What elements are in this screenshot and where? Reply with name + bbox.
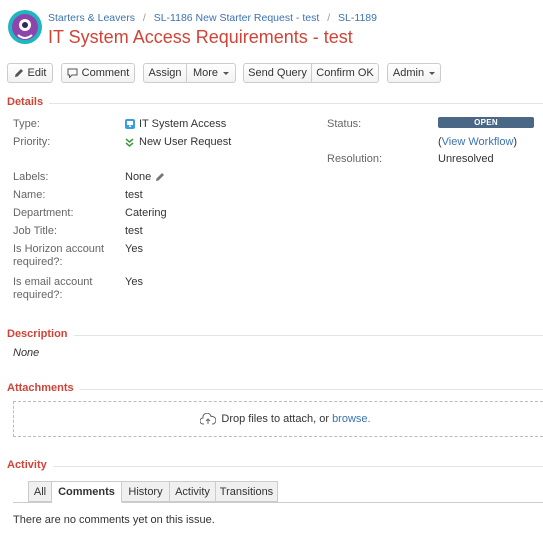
description-heading[interactable]: Description bbox=[7, 328, 74, 340]
job-title-value: test bbox=[125, 225, 143, 237]
priority-label: Priority: bbox=[13, 136, 51, 148]
breadcrumb: Starters & Leavers / SL-1186 New Starter… bbox=[48, 12, 377, 24]
resolution-value: Unresolved bbox=[438, 153, 494, 165]
horizon-account-label-line1: Is Horizon account bbox=[13, 243, 105, 255]
project-avatar[interactable] bbox=[7, 9, 43, 45]
email-account-label: Is email account required?: bbox=[13, 276, 92, 302]
type-label: Type: bbox=[13, 118, 40, 130]
double-chevron-down-icon bbox=[125, 137, 134, 147]
dropzone-text: Drop files to attach, or bbox=[221, 413, 329, 425]
comment-button-label: Comment bbox=[81, 67, 130, 79]
type-value-text: IT System Access bbox=[139, 118, 227, 130]
breadcrumb-parent-issue[interactable]: SL-1186 New Starter Request - test bbox=[154, 12, 320, 24]
breadcrumb-separator: / bbox=[327, 12, 331, 24]
tab-activity[interactable]: Activity bbox=[170, 481, 216, 502]
chevron-down-icon bbox=[429, 71, 436, 75]
name-label: Name: bbox=[13, 189, 46, 201]
more-button-label: More bbox=[192, 67, 219, 79]
confirm-ok-button-label: Confirm OK bbox=[316, 67, 374, 79]
edit-button[interactable]: Edit bbox=[7, 63, 53, 83]
send-query-button-label: Send Query bbox=[248, 67, 307, 79]
department-label: Department: bbox=[13, 207, 74, 219]
browse-link[interactable]: browse. bbox=[332, 413, 371, 425]
job-title-label: Job Title: bbox=[13, 225, 58, 237]
pencil-icon bbox=[14, 68, 24, 78]
horizon-account-label-line2: required?: bbox=[13, 256, 63, 268]
chevron-down-icon bbox=[223, 71, 230, 75]
email-account-label-line2: required?: bbox=[13, 289, 63, 301]
tab-comments[interactable]: Comments bbox=[52, 481, 122, 503]
labels-label: Labels: bbox=[13, 171, 49, 183]
type-value: IT System Access bbox=[125, 118, 226, 130]
confirm-ok-button[interactable]: Confirm OK bbox=[312, 63, 379, 83]
tab-history[interactable]: History bbox=[122, 481, 170, 502]
resolution-label: Resolution: bbox=[327, 153, 383, 165]
page-title: IT System Access Requirements - test bbox=[48, 27, 353, 47]
comment-button[interactable]: Comment bbox=[61, 63, 135, 83]
no-comments-message: There are no comments yet on this issue. bbox=[13, 514, 215, 526]
labels-value[interactable]: None bbox=[125, 171, 165, 183]
details-heading[interactable]: Details bbox=[7, 96, 50, 108]
more-dropdown-button[interactable]: More bbox=[187, 63, 236, 83]
pencil-icon[interactable] bbox=[155, 172, 165, 182]
activity-divider bbox=[7, 466, 543, 467]
assign-button[interactable]: Assign bbox=[143, 63, 187, 83]
issue-toolbar: Edit Comment Assign More Send Query Conf… bbox=[0, 63, 543, 85]
name-value: test bbox=[125, 189, 143, 201]
speech-bubble-icon bbox=[67, 68, 78, 78]
horizon-account-value: Yes bbox=[125, 243, 143, 255]
priority-value-text: New User Request bbox=[139, 136, 232, 148]
breadcrumb-project[interactable]: Starters & Leavers bbox=[48, 12, 135, 24]
horizon-account-label: Is Horizon account required?: bbox=[13, 243, 104, 269]
assign-button-label: Assign bbox=[148, 67, 182, 79]
labels-value-text: None bbox=[125, 171, 152, 183]
it-system-access-icon bbox=[125, 119, 135, 129]
tab-all[interactable]: All bbox=[28, 481, 52, 502]
edit-button-label: Edit bbox=[27, 67, 47, 79]
cloud-upload-icon bbox=[200, 413, 217, 425]
activity-heading[interactable]: Activity bbox=[7, 459, 53, 471]
attachment-dropzone[interactable]: Drop files to attach, or browse. bbox=[13, 401, 543, 437]
details-divider bbox=[7, 103, 543, 104]
attachments-divider bbox=[7, 389, 543, 390]
breadcrumb-current-issue[interactable]: SL-1189 bbox=[338, 12, 377, 24]
description-value[interactable]: None bbox=[13, 347, 39, 359]
email-account-label-line1: Is email account bbox=[13, 276, 93, 288]
admin-button-label: Admin bbox=[392, 67, 425, 79]
email-account-value: Yes bbox=[125, 276, 143, 288]
attachments-heading[interactable]: Attachments bbox=[7, 382, 80, 394]
activity-tabs: All Comments History Activity Transition… bbox=[13, 481, 543, 503]
view-workflow: (View Workflow) bbox=[438, 136, 517, 148]
send-query-button[interactable]: Send Query bbox=[243, 63, 312, 83]
view-workflow-link[interactable]: View Workflow bbox=[442, 136, 514, 148]
department-value: Catering bbox=[125, 207, 167, 219]
breadcrumb-separator: / bbox=[142, 12, 146, 24]
tab-transitions[interactable]: Transitions bbox=[216, 481, 278, 502]
status-label: Status: bbox=[327, 118, 362, 130]
workflow-paren-close: ) bbox=[513, 136, 518, 148]
priority-value: New User Request bbox=[125, 136, 231, 148]
description-divider bbox=[7, 335, 543, 336]
admin-dropdown-button[interactable]: Admin bbox=[387, 63, 441, 83]
status-badge: OPEN bbox=[438, 117, 534, 128]
